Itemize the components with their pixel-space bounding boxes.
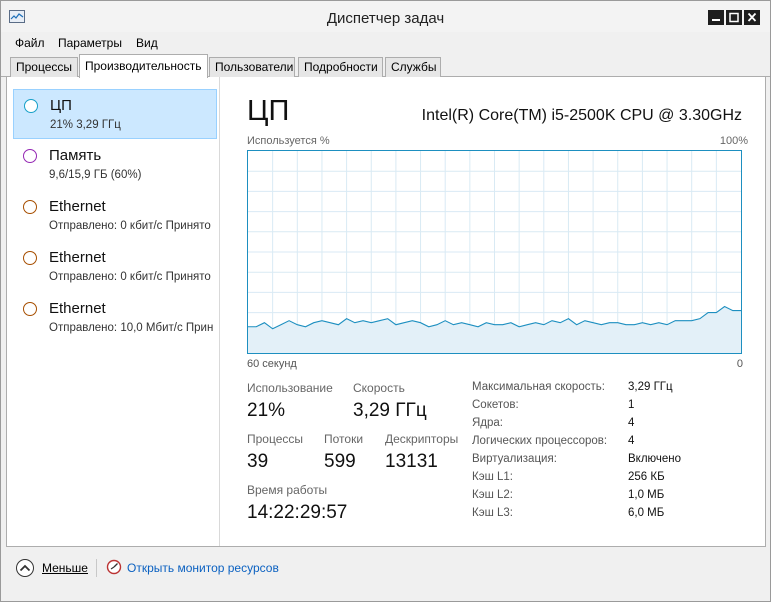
footer-divider bbox=[96, 559, 97, 577]
spec-label: Сокетов: bbox=[472, 399, 519, 411]
window-title: Диспетчер задач bbox=[326, 10, 445, 27]
ethernet-indicator-icon bbox=[23, 251, 37, 265]
cpu-model: Intel(R) Core(TM) i5-2500K CPU @ 3.30GHz bbox=[421, 107, 742, 124]
spec-value: Включено bbox=[628, 453, 682, 465]
tab-services[interactable]: Службы bbox=[385, 57, 441, 77]
sidebar-item-detail: Отправлено: 0 кбит/с Принято bbox=[49, 271, 211, 283]
uptime-value: 14:22:29:57 bbox=[247, 502, 348, 523]
chevron-up-icon[interactable] bbox=[16, 559, 34, 577]
resource-sidebar: ЦП 21% 3,29 ГГц Память 9,6/15,9 ГБ (60%)… bbox=[7, 77, 220, 546]
graph-y-max: 100% bbox=[719, 135, 748, 147]
performance-panel: ЦП 21% 3,29 ГГц Память 9,6/15,9 ГБ (60%)… bbox=[6, 77, 766, 547]
usage-label: Использование bbox=[247, 381, 333, 395]
sidebar-item-name: Ethernet bbox=[49, 249, 106, 266]
speed-value: 3,29 ГГц bbox=[353, 400, 427, 421]
menu-bar: Файл Параметры Вид bbox=[1, 32, 770, 54]
sidebar-item-ethernet-2[interactable]: Ethernet Отправлено: 0 кбит/с Принято bbox=[13, 242, 217, 292]
sidebar-item-memory[interactable]: Память 9,6/15,9 ГБ (60%) bbox=[13, 140, 217, 190]
handles-label: Дескрипторы bbox=[385, 432, 459, 446]
processes-label: Процессы bbox=[247, 432, 304, 446]
usage-value: 21% bbox=[247, 400, 286, 421]
tab-performance[interactable]: Производительность bbox=[79, 54, 208, 78]
spec-label: Максимальная скорость: bbox=[472, 381, 605, 393]
menu-options[interactable]: Параметры bbox=[58, 36, 122, 50]
sidebar-item-ethernet-1[interactable]: Ethernet Отправлено: 0 кбит/с Принято bbox=[13, 191, 217, 241]
sidebar-item-name: Память bbox=[49, 147, 102, 164]
graph-x-start: 60 секунд bbox=[247, 358, 297, 370]
cpu-detail-pane: ЦП Intel(R) Core(TM) i5-2500K CPU @ 3.30… bbox=[221, 77, 766, 546]
maximize-button[interactable] bbox=[726, 10, 742, 25]
spec-label: Логических процессоров: bbox=[472, 435, 608, 447]
uptime-label: Время работы bbox=[247, 483, 328, 497]
fewer-details-button[interactable]: Меньше bbox=[42, 561, 88, 575]
ethernet-indicator-icon bbox=[23, 200, 37, 214]
tab-users[interactable]: Пользователи bbox=[209, 57, 295, 77]
spec-value: 6,0 МБ bbox=[628, 507, 665, 519]
spec-value: 1,0 МБ bbox=[628, 489, 665, 501]
spec-value: 3,29 ГГц bbox=[628, 381, 673, 393]
handles-value: 13131 bbox=[385, 451, 438, 472]
close-button[interactable] bbox=[744, 10, 760, 25]
spec-value: 4 bbox=[628, 435, 635, 447]
footer-bar: Меньше Открыть монитор ресурсов bbox=[1, 549, 770, 589]
open-resource-monitor-link[interactable]: Открыть монитор ресурсов bbox=[127, 561, 279, 575]
speed-label: Скорость bbox=[353, 381, 405, 395]
tab-processes[interactable]: Процессы bbox=[10, 57, 78, 77]
cpu-title: ЦП bbox=[247, 95, 290, 127]
processes-value: 39 bbox=[247, 451, 269, 472]
sidebar-item-detail: 9,6/15,9 ГБ (60%) bbox=[49, 169, 142, 181]
spec-value: 4 bbox=[628, 417, 635, 429]
sidebar-item-detail: Отправлено: 0 кбит/с Принято bbox=[49, 220, 211, 232]
graph-y-label: Используется % bbox=[247, 135, 330, 147]
sidebar-item-name: Ethernet bbox=[49, 198, 106, 215]
spec-label: Кэш L1: bbox=[472, 471, 513, 483]
task-manager-window: Диспетчер задач Файл Параметры Вид Проце… bbox=[0, 0, 771, 602]
spec-label: Кэш L3: bbox=[472, 507, 513, 519]
threads-value: 599 bbox=[324, 451, 356, 472]
minimize-button[interactable] bbox=[708, 10, 724, 25]
spec-label: Ядра: bbox=[472, 417, 504, 429]
spec-value: 256 КБ bbox=[628, 471, 665, 483]
menu-view[interactable]: Вид bbox=[136, 36, 158, 50]
spec-label: Кэш L2: bbox=[472, 489, 513, 501]
tab-strip: Процессы Производительность Пользователи… bbox=[1, 54, 770, 78]
spec-label: Виртуализация: bbox=[472, 453, 557, 465]
menu-file[interactable]: Файл bbox=[15, 36, 45, 50]
cpu-usage-chart bbox=[248, 151, 741, 353]
sidebar-item-ethernet-3[interactable]: Ethernet Отправлено: 10,0 Мбит/с Прин bbox=[13, 293, 217, 343]
sidebar-item-detail: Отправлено: 10,0 Мбит/с Прин bbox=[49, 322, 214, 334]
cpu-indicator-icon bbox=[24, 99, 38, 113]
sidebar-item-name: Ethernet bbox=[49, 300, 106, 317]
tab-details[interactable]: Подробности bbox=[298, 57, 383, 77]
sidebar-item-name: ЦП bbox=[50, 97, 72, 114]
memory-indicator-icon bbox=[23, 149, 37, 163]
cpu-usage-graph bbox=[247, 150, 742, 354]
ethernet-indicator-icon bbox=[23, 302, 37, 316]
threads-label: Потоки bbox=[324, 432, 364, 446]
sidebar-item-cpu[interactable]: ЦП 21% 3,29 ГГц bbox=[13, 89, 217, 139]
sidebar-item-detail: 21% 3,29 ГГц bbox=[50, 119, 121, 131]
resource-monitor-icon[interactable] bbox=[106, 559, 122, 575]
spec-value: 1 bbox=[628, 399, 635, 411]
title-bar: Диспетчер задач bbox=[1, 1, 770, 32]
graph-x-end: 0 bbox=[736, 358, 743, 370]
